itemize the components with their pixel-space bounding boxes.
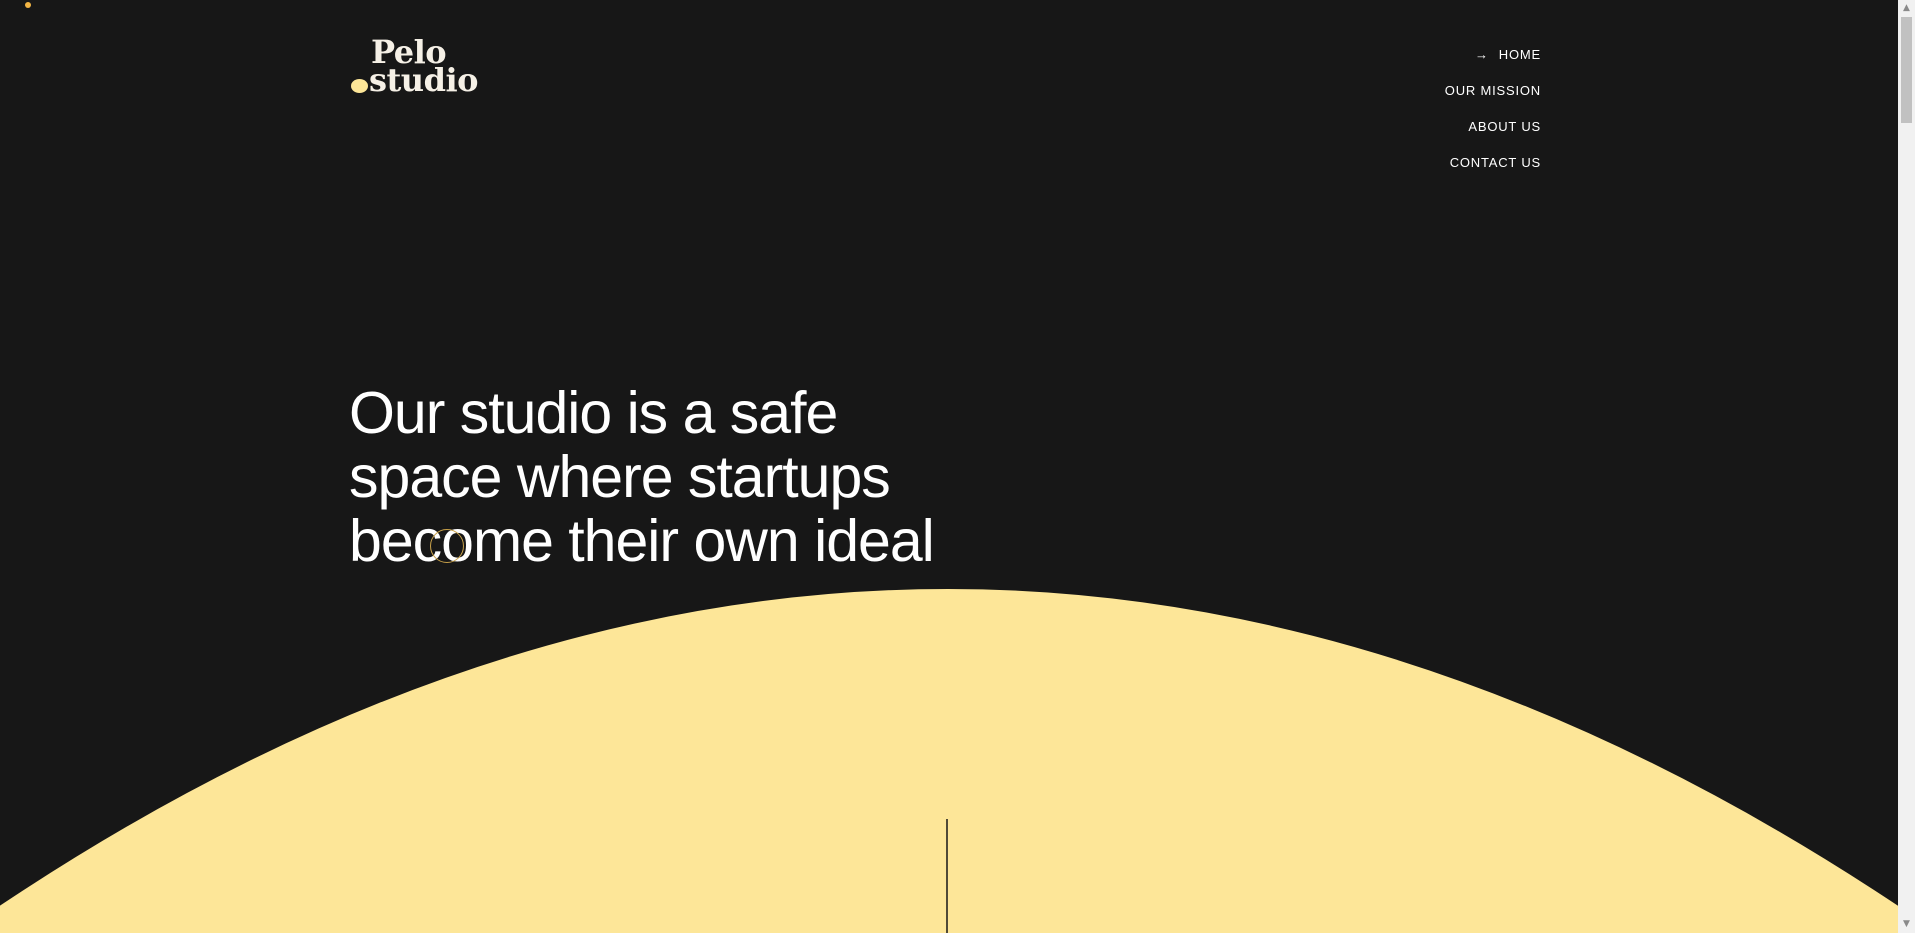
scroll-up-icon[interactable]: ▲ bbox=[1898, 0, 1915, 17]
page: Pelo studio → HOME OUR MISSION ABOUT US … bbox=[0, 0, 1898, 933]
scroll-down-icon[interactable]: ▼ bbox=[1898, 916, 1915, 933]
cursor-ring bbox=[430, 529, 464, 563]
scrollbar-thumb[interactable] bbox=[1901, 17, 1912, 123]
arc-fill bbox=[0, 589, 1898, 933]
yellow-arc-shape bbox=[0, 589, 1898, 933]
vertical-scrollbar[interactable]: ▲ ▼ bbox=[1898, 0, 1915, 933]
